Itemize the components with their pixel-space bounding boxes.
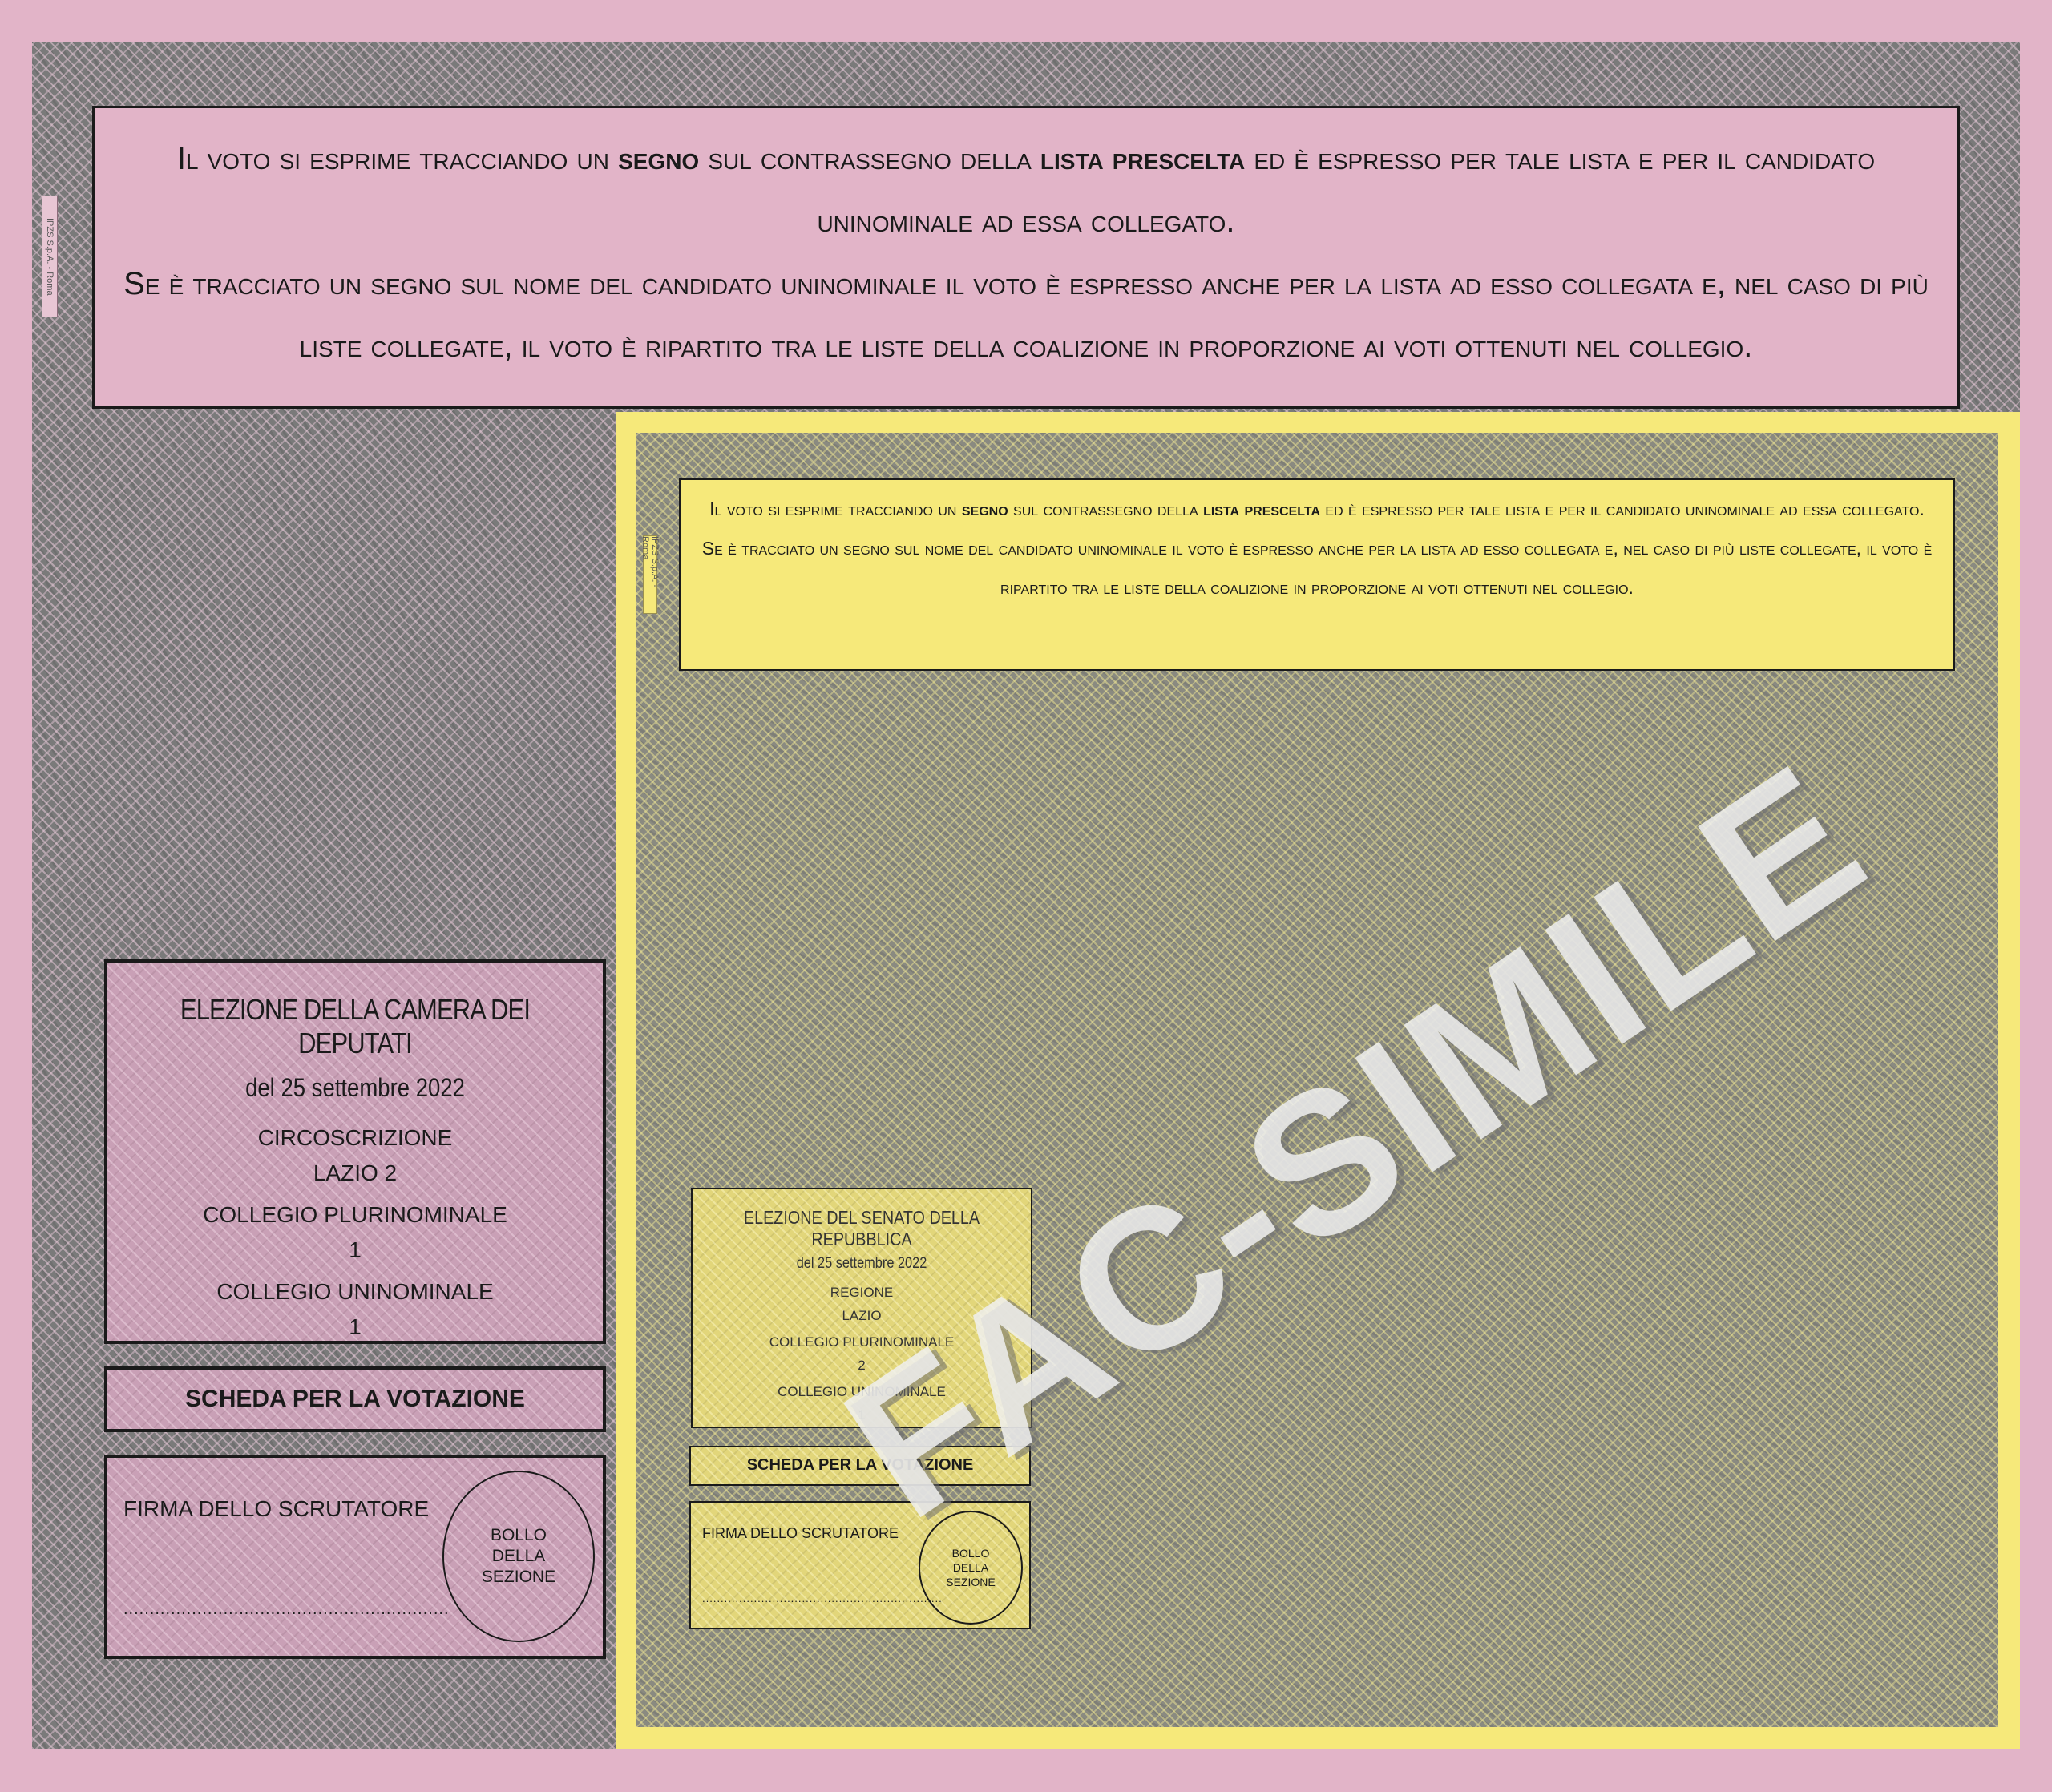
- camera-election-date: del 25 settembre 2022: [245, 1073, 465, 1102]
- senato-signature-line: ........................................…: [702, 1592, 943, 1604]
- camera-circoscrizione-label: CIRCOSCRIZIONE: [257, 1125, 453, 1150]
- camera-instructions: Il voto si esprime tracciando un segno s…: [92, 106, 1960, 409]
- camera-header-box: ELEZIONE DELLA CAMERA DEI DEPUTATI del 2…: [104, 959, 606, 1344]
- camera-plurinominale-label: COLLEGIO PLURINOMINALE: [203, 1202, 507, 1227]
- senato-instructions-p2: Se è tracciato un segno sul nome del can…: [701, 538, 1933, 598]
- senato-election-title: ELEZIONE DEL SENATO DELLA REPUBBLICA: [743, 1207, 980, 1249]
- camera-uninominale-label: COLLEGIO UNINOMINALE: [216, 1279, 494, 1304]
- camera-election-title: ELEZIONE DELLA CAMERA DEI DEPUTATI: [180, 993, 531, 1059]
- camera-bollo-seal: BOLLO DELLA SEZIONE: [442, 1471, 595, 1642]
- printer-stamp: IPZS S.p.A. - Roma: [42, 196, 58, 317]
- senato-instructions: Il voto si esprime tracciando un segno s…: [679, 478, 1955, 671]
- camera-circoscrizione-value: LAZIO 2: [313, 1160, 398, 1185]
- camera-instructions-p2: Se è tracciato un segno sul nome del can…: [123, 266, 1929, 364]
- camera-firma-label: FIRMA DELLO SCRUTATORE: [123, 1496, 430, 1521]
- camera-scheda-label: SCHEDA PER LA VOTAZIONE: [104, 1366, 606, 1432]
- camera-instructions-p1: Il voto si esprime tracciando un segno s…: [176, 141, 1876, 239]
- camera-uninominale-value: 1: [349, 1314, 362, 1339]
- senato-instructions-p1: Il voto si esprime tracciando un segno s…: [709, 498, 1925, 519]
- senato-printer-stamp: IPZS S.p.A. - Roma: [640, 535, 660, 614]
- camera-plurinominale-value: 1: [349, 1237, 362, 1262]
- camera-firma-box: FIRMA DELLO SCRUTATORE .................…: [104, 1455, 606, 1659]
- camera-signature-line: ........................................…: [123, 1600, 450, 1618]
